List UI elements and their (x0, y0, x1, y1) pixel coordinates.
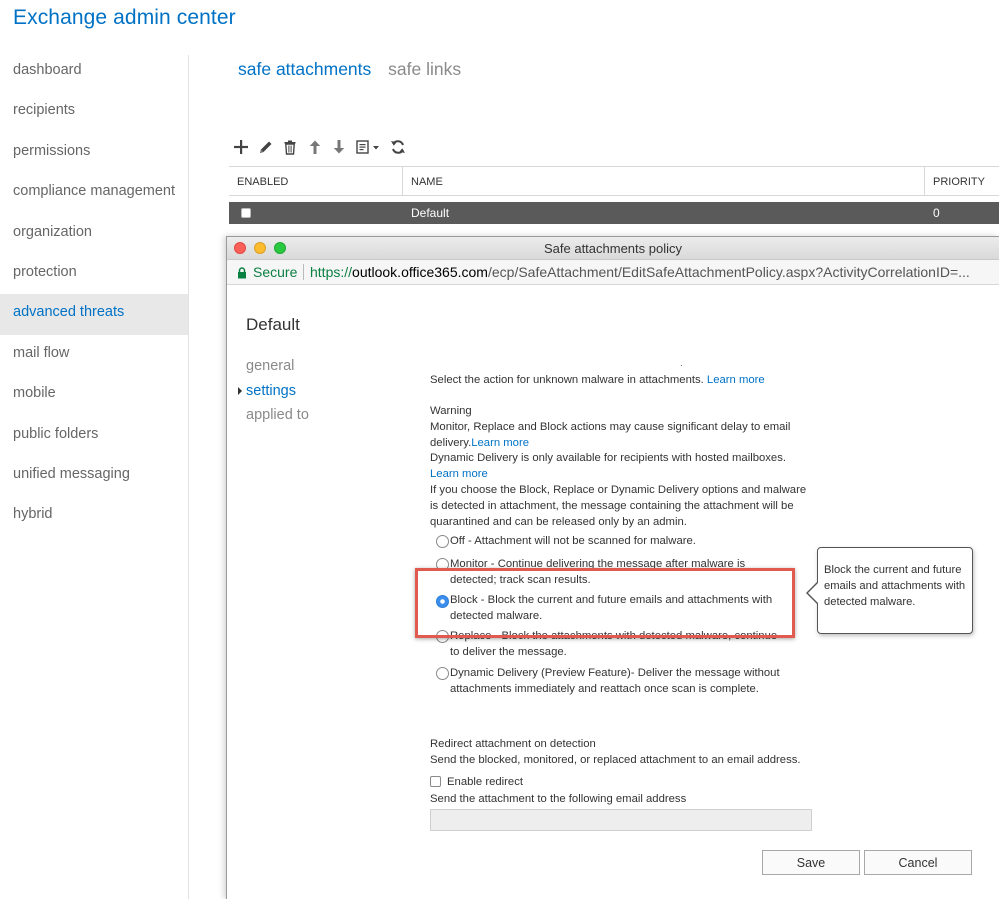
feature-tabs: safe attachments safe links (238, 59, 473, 80)
move-up-icon[interactable] (303, 137, 328, 157)
toolbar (229, 136, 410, 158)
delete-icon[interactable] (278, 137, 303, 157)
app-title: Exchange admin center (13, 6, 236, 29)
warning-line-2: Dynamic Delivery is only available for r… (430, 452, 787, 465)
nav-item-permissions[interactable]: permissions (0, 133, 188, 173)
caret-right-icon (238, 387, 242, 395)
nav-item-mobile[interactable]: mobile (0, 375, 188, 415)
row-name: Default (411, 206, 450, 220)
warning-block: Warning Monitor, Replace and Block actio… (430, 404, 810, 530)
url-separator (303, 264, 304, 280)
warning-heading: Warning (430, 405, 472, 417)
row-priority: 0 (933, 206, 940, 220)
window-title: Safe attachments policy (543, 241, 683, 256)
refresh-icon[interactable] (386, 137, 411, 157)
redirect-email-input[interactable] (430, 809, 812, 831)
column-header-name[interactable]: NAME (411, 176, 443, 188)
enable-redirect-checkbox[interactable] (430, 776, 441, 787)
lock-icon (238, 267, 246, 279)
tooltip-arrow-fill (808, 582, 819, 604)
tab-applied-to[interactable]: applied to (246, 407, 309, 423)
nav-item-protection[interactable]: protection (0, 254, 188, 294)
column-header-priority[interactable]: PRIORITY (933, 176, 985, 188)
block-option-tooltip: Block the current and future emails and … (806, 547, 973, 634)
save-button[interactable]: Save (762, 850, 860, 875)
intro-label: Select the action for unknown malware in… (430, 374, 707, 386)
export-icon[interactable] (352, 137, 386, 157)
nav-item-dashboard[interactable]: dashboard (0, 52, 188, 92)
add-icon[interactable] (229, 137, 254, 157)
learn-more-link[interactable]: Learn more (471, 437, 529, 449)
email-address-label: Send the attachment to the following ema… (430, 793, 687, 805)
column-separator (402, 167, 403, 196)
warning-line-3: If you choose the Block, Replace or Dyna… (430, 483, 807, 528)
table-row[interactable]: Default 0 (229, 202, 999, 224)
enable-redirect-label: Enable redirect (447, 776, 523, 788)
stray-dot: . (680, 358, 683, 369)
redirect-description: Send the blocked, monitored, or replaced… (430, 753, 801, 766)
url-scheme: https:// (310, 264, 353, 280)
url-text: https://outlook.office365.com/ecp/SafeAt… (310, 264, 970, 280)
tooltip-text: Block the current and future emails and … (824, 564, 966, 608)
window-titlebar: Safe attachments policy (227, 237, 999, 260)
nav-item-unified-messaging[interactable]: unified messaging (0, 456, 188, 496)
nav-divider (188, 55, 189, 899)
nav-item-public-folders[interactable]: public folders (0, 416, 188, 456)
option-label: Off - Attachment will not be scanned for… (450, 535, 696, 547)
url-path: /ecp/SafeAttachment/EditSafeAttachmentPo… (487, 264, 970, 280)
redirect-section: Redirect attachment on detection Send th… (430, 737, 822, 769)
intro-text: Select the action for unknown malware in… (430, 373, 822, 389)
nav-item-mail-flow[interactable]: mail flow (0, 335, 188, 375)
url-host: outlook.office365.com (352, 264, 488, 280)
nav-item-recipients[interactable]: recipients (0, 92, 188, 132)
learn-more-link[interactable]: Learn more (707, 374, 765, 386)
radio-dynamic-delivery[interactable] (436, 667, 449, 680)
policy-title: Default (246, 315, 300, 334)
nav-item-compliance-management[interactable]: compliance management (0, 173, 188, 213)
tab-settings[interactable]: settings (246, 383, 296, 399)
redirect-heading: Redirect attachment on detection (430, 738, 596, 750)
edit-icon[interactable] (254, 137, 279, 157)
policy-popup-window: Safe attachments policy Secure https://o… (226, 236, 999, 899)
nav-item-organization[interactable]: organization (0, 214, 188, 254)
nav-item-hybrid[interactable]: hybrid (0, 496, 188, 536)
left-nav: dashboard recipients permissions complia… (0, 52, 188, 537)
tab-safe-attachments[interactable]: safe attachments (238, 59, 371, 79)
option-label: Dynamic Delivery (Preview Feature)- Deli… (450, 667, 780, 695)
column-separator (924, 167, 925, 196)
grid-header: ENABLED NAME PRIORITY (229, 166, 999, 196)
secure-label: Secure (253, 264, 298, 280)
move-down-icon[interactable] (327, 137, 352, 157)
learn-more-link[interactable]: Learn more (430, 467, 810, 483)
nav-item-advanced-threats[interactable]: advanced threats (0, 294, 188, 335)
address-bar[interactable]: Secure https://outlook.office365.com/ecp… (227, 260, 999, 285)
highlight-box (415, 568, 795, 638)
tab-safe-links[interactable]: safe links (388, 59, 461, 79)
tab-general[interactable]: general (246, 358, 294, 374)
cancel-button[interactable]: Cancel (864, 850, 972, 875)
column-header-enabled[interactable]: ENABLED (237, 176, 288, 188)
row-enabled-checkbox[interactable] (241, 208, 251, 218)
radio-off[interactable] (436, 535, 449, 548)
